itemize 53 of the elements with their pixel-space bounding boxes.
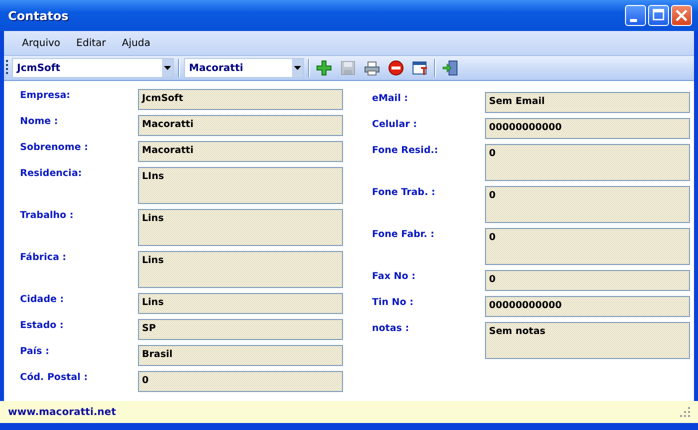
input-field[interactable]: Sem notas — [485, 322, 690, 359]
input-field[interactable]: 00000000000 — [485, 296, 690, 317]
field-label: eMail : — [372, 92, 409, 106]
field-label: Sobrenome : — [20, 141, 90, 155]
input-field[interactable]: SP — [138, 319, 343, 340]
input-field[interactable]: 0 — [485, 270, 690, 291]
input-field[interactable]: Sem Email — [485, 92, 690, 113]
input-field[interactable]: Lins — [138, 293, 343, 314]
minimize-button[interactable] — [625, 5, 646, 26]
input-field[interactable]: Brasil — [138, 345, 343, 366]
input-field[interactable]: JcmSoft — [138, 89, 343, 110]
field-label: Trabalho : — [20, 209, 74, 223]
door-button[interactable] — [440, 58, 460, 78]
plus-button[interactable] — [314, 58, 334, 78]
field-label: Tin No : — [372, 296, 414, 310]
field-label: País : — [20, 345, 50, 359]
dropdown[interactable]: Macoratti — [184, 58, 304, 78]
input-field[interactable]: 0 — [485, 144, 690, 181]
minus-circle-button[interactable] — [386, 58, 406, 78]
menu-item[interactable]: Arquivo — [14, 38, 68, 48]
input-field[interactable]: Macoratti — [138, 115, 343, 136]
menu-item[interactable]: Ajuda — [114, 38, 158, 48]
input-field[interactable]: Macoratti — [138, 141, 343, 162]
field-label: Empresa: — [20, 89, 72, 103]
field-label: Estado : — [20, 319, 65, 333]
field-label: Fone Resid.: — [372, 144, 440, 158]
maximize-button[interactable] — [648, 5, 669, 26]
window-title: Contatos — [8, 8, 69, 22]
minimize-icon — [630, 19, 637, 22]
field-label: Cód. Postal : — [20, 371, 89, 385]
status-text: www.macoratti.net — [8, 406, 116, 418]
field-label: Celular : — [372, 118, 418, 132]
field-label: Fone Trab. : — [372, 186, 436, 200]
input-field[interactable]: Lins — [138, 251, 343, 288]
input-field[interactable]: 00000000000 — [485, 118, 690, 139]
dropdown[interactable]: JcmSoft — [12, 58, 174, 78]
input-field[interactable]: 0 — [485, 186, 690, 223]
field-label: Fábrica : — [20, 251, 68, 265]
input-field[interactable]: LIns — [138, 167, 343, 204]
close-button[interactable] — [671, 5, 692, 26]
field-label: Nome : — [20, 115, 59, 129]
input-field[interactable]: 0 — [138, 371, 343, 392]
caret-icon — [294, 66, 301, 70]
field-label: Cidade : — [20, 293, 65, 307]
field-label: Fax No : — [372, 270, 416, 284]
resize-grip-icon[interactable] — [680, 407, 690, 417]
input-field[interactable]: Lins — [138, 209, 343, 246]
caret-icon — [164, 66, 171, 70]
field-label: Fone Fabr. : — [372, 228, 436, 242]
input-field[interactable]: 0 — [485, 228, 690, 265]
field-label: Residencia: — [20, 167, 83, 181]
menu-item[interactable]: Editar — [68, 38, 114, 48]
field-label: notas : — [372, 322, 410, 336]
